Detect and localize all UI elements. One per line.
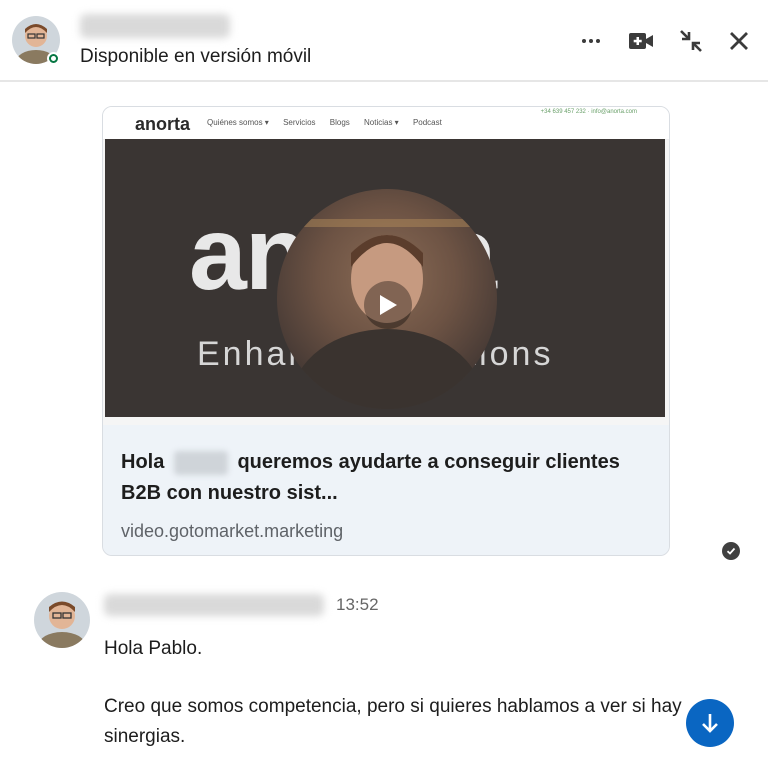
minimize-button[interactable] [676, 26, 706, 56]
video-call-icon [629, 33, 653, 49]
site-logo: anorta [135, 114, 191, 134]
close-button[interactable] [724, 26, 754, 56]
recipient-name-redacted [173, 450, 228, 475]
link-preview-details[interactable]: Hola queremos ayudarte a conseguir clien… [103, 425, 669, 555]
close-icon [730, 32, 748, 50]
more-options-button[interactable] [576, 26, 606, 56]
more-icon [582, 39, 600, 43]
message-line: Hola Pablo. [104, 638, 203, 659]
site-nav-item: Quiénes somos ▾ [207, 118, 269, 127]
sender-name-redacted [104, 594, 324, 616]
thumbnail-hero: anorta Enhanced Solutions [105, 139, 665, 417]
message-body: Hola Pablo. Creo que somos competencia, … [104, 634, 684, 752]
online-status-icon [47, 52, 60, 65]
link-preview-title[interactable]: Hola queremos ayudarte a conseguir clien… [121, 447, 641, 509]
thumbnail-site-nav: anorta Quiénes somos ▾ Servicios Blogs N… [103, 107, 669, 140]
arrow-down-icon [702, 714, 718, 733]
message-line: Creo que somos competencia, pero si quie… [104, 696, 682, 747]
link-preview-card[interactable]: anorta Quiénes somos ▾ Servicios Blogs N… [102, 106, 670, 556]
site-nav-item: Podcast [412, 118, 442, 127]
video-call-button[interactable] [626, 26, 656, 56]
conversation-header: Disponible en versión móvil [0, 0, 768, 82]
availability-status: Disponible en versión móvil [80, 46, 312, 67]
play-button[interactable] [364, 281, 412, 329]
site-nav-item: Blogs [329, 118, 350, 127]
contact-name-redacted [80, 14, 230, 38]
scroll-to-bottom-button[interactable] [686, 699, 734, 747]
site-nav-items: Quiénes somos ▾ Servicios Blogs Noticias… [207, 118, 454, 127]
message-timestamp: 13:52 [336, 595, 379, 614]
title-greeting: Hola [121, 451, 165, 473]
site-nav-item: Servicios [283, 118, 316, 127]
read-receipt-icon [722, 542, 740, 560]
minimize-icon [680, 30, 702, 52]
site-nav-item: Noticias ▾ [364, 118, 399, 127]
site-contact: +34 639 457 232 · info@anorta.com [540, 109, 637, 115]
link-preview-domain: video.gotomarket.marketing [121, 521, 344, 541]
play-icon [380, 295, 397, 315]
sender-avatar[interactable] [34, 592, 90, 648]
video-thumbnail[interactable]: anorta Quiénes somos ▾ Servicios Blogs N… [103, 107, 669, 425]
